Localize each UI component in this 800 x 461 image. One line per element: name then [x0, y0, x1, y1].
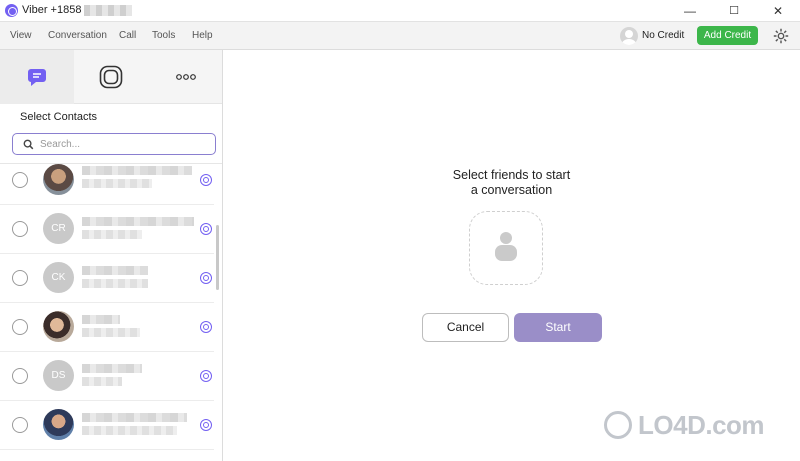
redacted-contact-name: [82, 266, 148, 275]
tab-chats[interactable]: [0, 50, 74, 104]
viber-badge-icon: [200, 321, 212, 333]
more-dots-icon: [176, 74, 196, 80]
contact-checkbox[interactable]: [12, 417, 28, 433]
list-item[interactable]: [0, 401, 214, 450]
public-chats-icon: [99, 65, 123, 89]
title-bar: Viber +1858 — ☐ ✕: [0, 0, 800, 22]
person-placeholder-body: [495, 245, 517, 261]
menu-call[interactable]: Call: [119, 30, 136, 41]
search-field[interactable]: [12, 133, 216, 155]
avatar: CR: [43, 213, 74, 244]
tab-more[interactable]: [148, 50, 222, 104]
start-button[interactable]: Start: [514, 313, 602, 342]
viber-badge-icon: [200, 223, 212, 235]
avatar: [43, 409, 74, 440]
watermark-logo-icon: [604, 411, 632, 439]
viber-badge-icon: [200, 174, 212, 186]
list-item[interactable]: CR: [0, 205, 214, 254]
credit-status[interactable]: No Credit: [642, 30, 684, 41]
menu-help[interactable]: Help: [192, 30, 213, 41]
redacted-contact-info: [82, 230, 142, 239]
person-placeholder-icon: [500, 232, 512, 244]
account-avatar-icon[interactable]: [620, 27, 638, 45]
redacted-phone-number: [84, 5, 132, 16]
minimize-button[interactable]: —: [668, 0, 712, 22]
avatar: DS: [43, 360, 74, 391]
select-contacts-label: Select Contacts: [20, 111, 98, 123]
avatar: [43, 311, 74, 342]
redacted-contact-info: [82, 377, 122, 386]
prompt-line-2: a conversation: [470, 183, 553, 197]
menu-conversation[interactable]: Conversation: [48, 30, 107, 41]
menu-view[interactable]: View: [10, 30, 32, 41]
select-friends-prompt: Select friends to start a conversation: [223, 168, 800, 198]
avatar: [43, 164, 74, 195]
cancel-button[interactable]: Cancel: [422, 313, 509, 342]
search-input[interactable]: [40, 136, 210, 152]
viber-logo-icon: [5, 4, 18, 17]
avatar: CK: [43, 262, 74, 293]
add-credit-button[interactable]: Add Credit: [697, 26, 758, 45]
tab-public-accounts[interactable]: [74, 50, 148, 104]
list-item[interactable]: [0, 303, 214, 352]
contact-list: CR CK DS: [0, 163, 222, 461]
contact-checkbox[interactable]: [12, 270, 28, 286]
redacted-contact-name: [82, 413, 187, 422]
watermark-text: LO4D.com: [638, 410, 765, 440]
viber-badge-icon: [200, 272, 212, 284]
redacted-contact-info: [82, 279, 148, 288]
redacted-contact-info: [82, 328, 140, 337]
chat-bubble-icon: [28, 69, 46, 86]
contacts-sidebar: Select Contacts CR CK: [0, 50, 223, 461]
window-title: Viber +1858: [22, 4, 82, 16]
list-item[interactable]: DS: [0, 352, 214, 401]
list-item[interactable]: [0, 163, 214, 205]
redacted-contact-name: [82, 315, 120, 324]
viber-badge-icon: [200, 419, 212, 431]
search-icon: [23, 139, 34, 150]
menu-bar: View Conversation Call Tools Help No Cre…: [0, 22, 800, 50]
list-item[interactable]: CK: [0, 254, 214, 303]
contact-checkbox[interactable]: [12, 221, 28, 237]
menu-tools[interactable]: Tools: [152, 30, 175, 41]
maximize-button[interactable]: ☐: [712, 0, 756, 22]
sidebar-tabs: [0, 50, 222, 104]
prompt-line-1: Select friends to start: [452, 168, 571, 182]
contact-checkbox[interactable]: [12, 319, 28, 335]
contact-list-scrollbar[interactable]: [216, 225, 219, 290]
gear-icon[interactable]: [772, 27, 790, 45]
contact-checkbox[interactable]: [12, 368, 28, 384]
redacted-contact-name: [82, 166, 192, 175]
redacted-contact-info: [82, 179, 152, 188]
selected-contacts-placeholder: [469, 211, 543, 285]
redacted-contact-info: [82, 426, 177, 435]
contact-checkbox[interactable]: [12, 172, 28, 188]
new-conversation-panel: Select friends to start a conversation C…: [223, 50, 800, 461]
close-button[interactable]: ✕: [756, 0, 800, 22]
redacted-contact-name: [82, 364, 142, 373]
viber-badge-icon: [200, 370, 212, 382]
redacted-contact-name: [82, 217, 194, 226]
